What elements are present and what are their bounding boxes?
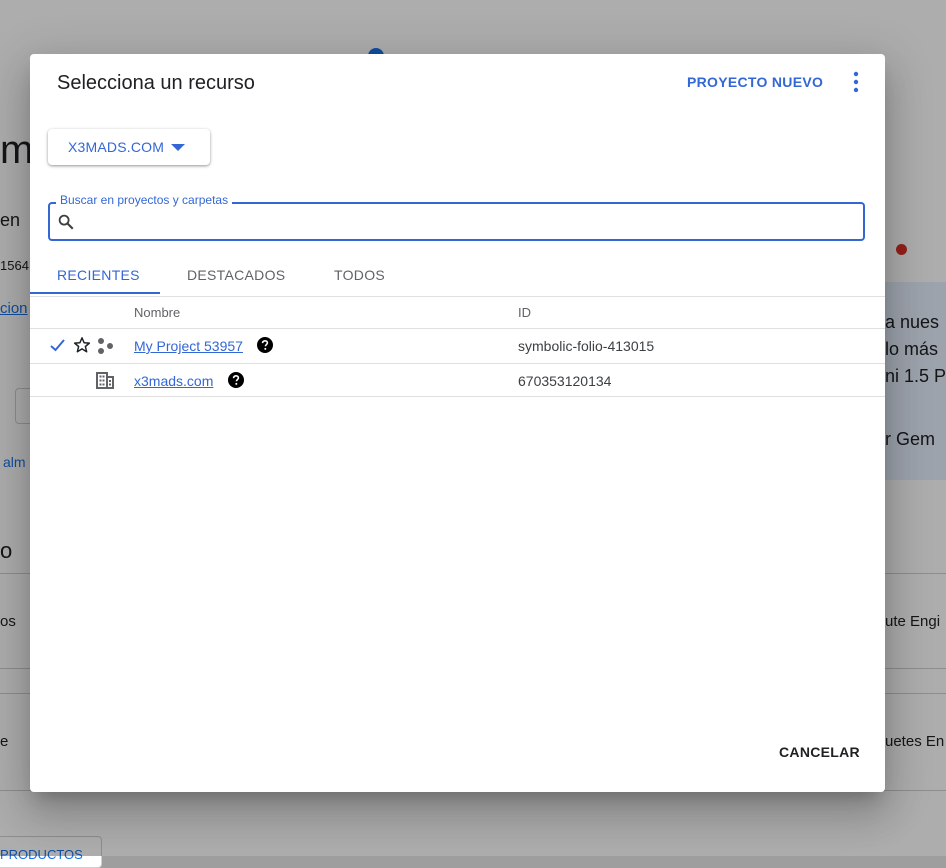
help-icon[interactable] — [257, 337, 273, 358]
tab-recientes[interactable]: RECIENTES — [57, 267, 140, 283]
select-resource-dialog: Selecciona un recurso PROYECTO NUEVO X3M… — [30, 54, 885, 792]
help-icon[interactable] — [228, 372, 244, 393]
tab-destacados[interactable]: DESTACADOS — [187, 267, 285, 283]
project-nodes-icon — [97, 337, 115, 360]
star-outline-icon[interactable] — [73, 336, 91, 359]
organization-label: X3MADS.COM — [68, 139, 165, 155]
new-project-button[interactable]: PROYECTO NUEVO — [687, 74, 823, 90]
search-input[interactable] — [82, 209, 856, 235]
organization-selector[interactable]: X3MADS.COM — [48, 129, 210, 165]
project-id: symbolic-folio-413015 — [518, 338, 655, 354]
column-header-id: ID — [518, 305, 531, 320]
project-name-link[interactable]: My Project 53957 — [134, 338, 243, 354]
organization-id: 670353120134 — [518, 373, 612, 389]
organization-building-icon — [96, 372, 114, 394]
row-divider — [30, 396, 885, 397]
row-divider — [30, 363, 885, 364]
dialog-title: Selecciona un recurso — [57, 72, 255, 94]
more-vert-icon[interactable] — [846, 70, 866, 94]
column-header-name: Nombre — [134, 305, 181, 320]
header-divider — [30, 328, 885, 329]
tab-todos[interactable]: TODOS — [334, 267, 385, 283]
check-icon — [49, 338, 66, 358]
caret-down-icon — [171, 144, 185, 151]
organization-name-link[interactable]: x3mads.com — [134, 373, 213, 389]
tabs-divider — [30, 296, 885, 297]
cancel-button[interactable]: CANCELAR — [779, 744, 860, 760]
search-icon — [57, 213, 75, 231]
active-tab-indicator — [30, 292, 160, 294]
search-label: Buscar en proyectos y carpetas — [56, 193, 233, 207]
